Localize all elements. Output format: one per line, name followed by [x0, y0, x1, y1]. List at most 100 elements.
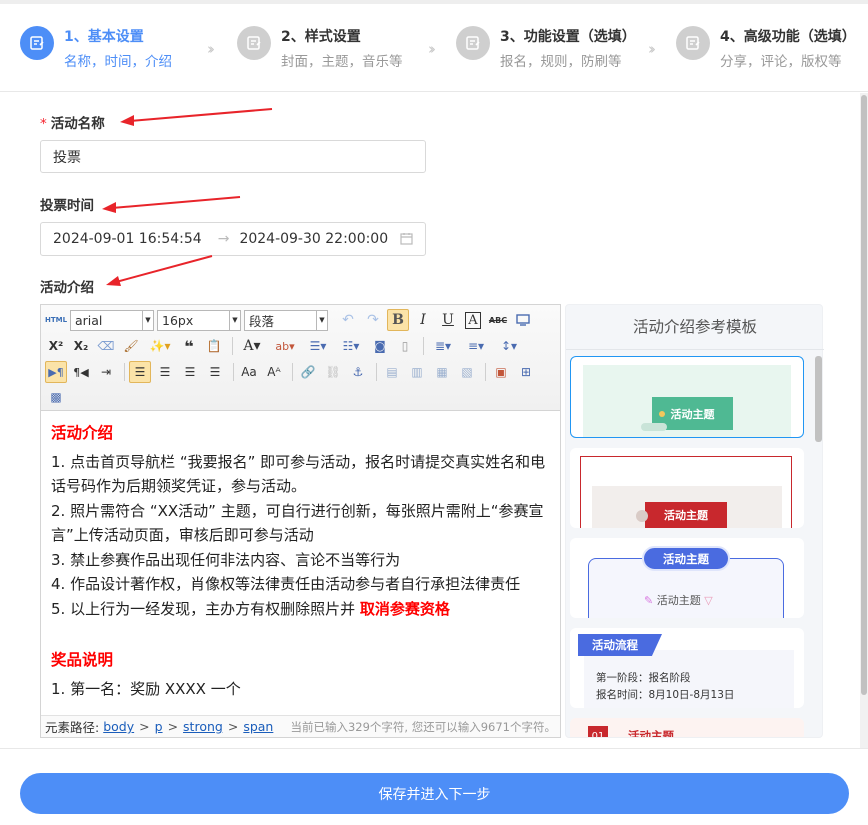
font-color-icon[interactable]: A▾ [237, 335, 267, 357]
step-title: 2、样式设置 [281, 29, 361, 45]
auto-format-icon[interactable]: ✨▾ [145, 335, 175, 357]
bold-icon[interactable]: B [387, 309, 409, 331]
italic-icon[interactable]: I [412, 309, 434, 331]
path-item-body[interactable]: body [103, 719, 134, 734]
template-flow-line: 第一阶段：报名阶段 [596, 672, 691, 684]
image-left-icon[interactable]: ▥ [406, 361, 428, 383]
direction-ltr-icon[interactable]: ▶¶ [45, 361, 67, 383]
step-navigation: 1、基本设置 名称，时间，介绍 ›› 2、样式设置 封面，主题，音乐等 ›› 3… [0, 4, 868, 92]
undo-icon[interactable]: ↶ [337, 309, 359, 331]
content-item-text: 5. 以上行为一经发现，主办方有权删除照片并 [51, 599, 356, 618]
font-size-select[interactable]: 16px ▼ [157, 309, 241, 331]
page-scrollbar[interactable] [860, 93, 868, 748]
paragraph-value: 段落 [249, 313, 275, 329]
content-heading: 活动介绍 [51, 424, 114, 442]
insert-table-icon[interactable]: ⊞ [515, 361, 537, 383]
chevron-right-icon: ›› [207, 40, 215, 58]
template-panel-title: 活动介绍参考模板 [632, 318, 757, 336]
html-source-icon[interactable]: HTML [45, 309, 67, 331]
format-brush-icon[interactable]: 🖌 [120, 335, 142, 357]
template-card[interactable]: 活动主题 [570, 356, 804, 438]
activity-name-input[interactable]: 投票 [40, 140, 426, 173]
align-justify-icon[interactable]: ☰ [204, 361, 226, 383]
clear-document-icon[interactable]: ▯ [394, 335, 416, 357]
dropdown-arrow-icon: ▼ [229, 310, 240, 330]
align-center-icon[interactable]: ☰ [154, 361, 176, 383]
annotation-arrow-icon [120, 108, 273, 126]
content-highlight: 取消参赛资格 [359, 599, 450, 618]
indent-icon[interactable]: ⇥ [95, 361, 117, 383]
editor-statusbar: 元素路径: body > p > strong > span 当前已输入329个… [41, 715, 560, 737]
content-item: 2. 照片需符合 “XX活动” 主题，可自行进行创新，每张照片需附上“参赛宣言”… [51, 501, 544, 545]
step-subtitle: 分享，评论，版权等 [720, 54, 842, 70]
fullscreen-icon[interactable] [512, 309, 534, 331]
strikethrough-icon[interactable]: ABC [487, 309, 509, 331]
end-time[interactable]: 2024-09-30 22:00:00 [239, 231, 388, 247]
ordered-list-icon[interactable]: ☰▾ [303, 335, 333, 357]
element-path-label: 元素路径: [45, 720, 100, 735]
save-next-button[interactable]: 保存并进入下一步 [20, 773, 849, 814]
path-item-p[interactable]: p [155, 719, 163, 734]
path-item-span[interactable]: span [243, 719, 273, 734]
step-subtitle: 封面，主题，音乐等 [281, 54, 403, 70]
line-height-icon[interactable]: ↕▾ [494, 335, 524, 357]
step-title: 3、功能设置（选填） [500, 29, 636, 45]
row-spacing-bottom-icon[interactable]: ≡▾ [461, 335, 491, 357]
content-item: 1. 点击首页导航栏 “我要报名” 即可参与活动，报名时请提交真实姓名和电话号码… [51, 452, 546, 496]
template-tag: 活动主题 [645, 502, 727, 528]
background-color-icon[interactable]: ab▾ [270, 335, 300, 357]
path-separator: > [227, 719, 239, 734]
annotation-arrow-icon [106, 255, 213, 286]
font-family-select[interactable]: arial ▼ [70, 309, 154, 331]
start-time[interactable]: 2024-09-01 16:54:54 [53, 231, 202, 247]
template-list[interactable]: 活动主题 活动主题 活动主题 ✎ 活动主题 ▽ 活动流程 第一阶段：报名阶段 报… [566, 349, 824, 737]
redo-icon[interactable]: ↷ [362, 309, 384, 331]
underline-icon[interactable]: U [437, 309, 459, 331]
char-count: 当前已输入329个字符, 您还可以输入9671个字符。 [290, 719, 556, 734]
insert-image-icon[interactable]: ▣ [490, 361, 512, 383]
template-tag: 活动主题 [628, 729, 674, 737]
path-item-strong[interactable]: strong [183, 719, 223, 734]
step-subtitle: 报名，规则，防刷等 [500, 54, 622, 70]
template-flow-tag: 活动流程 [578, 634, 662, 656]
rich-text-editor: HTML arial ▼ 16px ▼ 段落 ▼ ↶ ↷ B I U A ABC X²… [40, 304, 561, 738]
template-scrollbar[interactable] [815, 350, 822, 737]
superscript-icon[interactable]: X² [45, 335, 67, 357]
required-mark: * [40, 116, 47, 132]
blockquote-icon[interactable]: ❝ [178, 335, 200, 357]
template-card[interactable]: 01 活动主题 [570, 718, 804, 737]
range-separator: → [217, 231, 230, 247]
vote-time-range-picker[interactable]: 2024-09-01 16:54:54 → 2024-09-30 22:00:0… [40, 222, 426, 256]
image-center-icon[interactable]: ▧ [456, 361, 478, 383]
row-spacing-top-icon[interactable]: ≣▾ [428, 335, 458, 357]
image-right-icon[interactable]: ▦ [431, 361, 453, 383]
direction-rtl-icon[interactable]: ¶◀ [70, 361, 92, 383]
dropdown-arrow-icon: ▼ [142, 310, 153, 330]
content-item: 4. 作品设计著作权，肖像权等法律责任由活动参与者自行承担法律责任 [51, 575, 521, 593]
editor-content[interactable]: 活动介绍 1. 点击首页导航栏 “我要报名” 即可参与活动，报名时请提交真实姓名… [51, 421, 556, 711]
step-title: 4、高级功能（选填） [720, 29, 856, 45]
save-draft-icon[interactable]: ▩ [45, 386, 67, 408]
annotation-arrow-icon [102, 196, 241, 213]
lowercase-icon[interactable]: Aa [238, 361, 260, 383]
select-all-icon[interactable]: ◙ [369, 335, 391, 357]
template-card[interactable]: 活动主题 ✎ 活动主题 ▽ [570, 538, 804, 618]
template-card[interactable]: 活动主题 [570, 448, 804, 528]
align-right-icon[interactable]: ☰ [179, 361, 201, 383]
paragraph-select[interactable]: 段落 ▼ [244, 309, 328, 331]
link-icon[interactable]: 🔗 [297, 361, 319, 383]
anchor-icon[interactable]: ⚓ [347, 361, 369, 383]
template-card[interactable]: 活动流程 第一阶段：报名阶段 报名时间：8月10日-8月13日 [570, 628, 804, 708]
unlink-icon[interactable]: ⛓ [322, 361, 344, 383]
image-none-icon[interactable]: ▤ [381, 361, 403, 383]
subscript-icon[interactable]: X₂ [70, 335, 92, 357]
prize-heading: 奖品说明 [51, 651, 114, 669]
font-border-icon[interactable]: A [462, 309, 484, 331]
eraser-icon[interactable]: ⌫ [95, 335, 117, 357]
uppercase-icon[interactable]: Aᴬ [263, 361, 285, 383]
unordered-list-icon[interactable]: ☷▾ [336, 335, 366, 357]
dropdown-arrow-icon: ▼ [316, 310, 327, 330]
align-left-icon[interactable]: ☰ [129, 361, 151, 383]
paste-plain-icon[interactable]: 📋 [203, 335, 225, 357]
footer-bar: 保存并进入下一步 [0, 748, 868, 825]
